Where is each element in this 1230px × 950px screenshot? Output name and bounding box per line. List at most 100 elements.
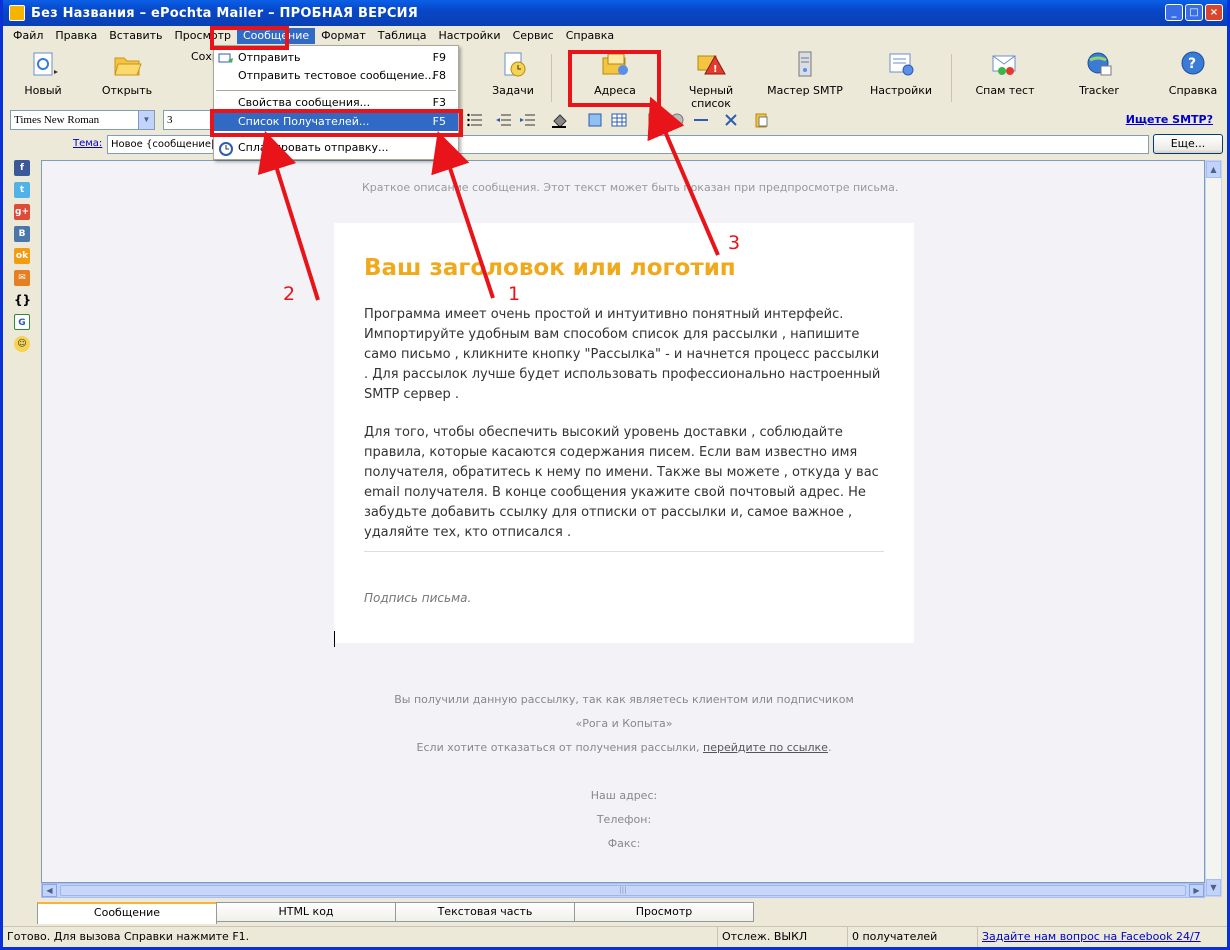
status-bar: Готово. Для вызова Справки нажмите F1. О…: [3, 926, 1227, 947]
send-icon: [218, 53, 233, 63]
folder-open-icon: [112, 50, 142, 78]
email-signature: Подпись письма.: [364, 591, 472, 605]
preheader-text: Краткое описание сообщения. Этот текст м…: [362, 181, 899, 194]
scroll-right-icon[interactable]: ▶: [1189, 884, 1204, 897]
table-icon[interactable]: [611, 112, 627, 128]
horizontal-rule-icon[interactable]: [693, 112, 709, 128]
footer-phone: Телефон:: [596, 813, 652, 826]
subject-row: Тема: Новое {сообщение|п Еще...: [3, 133, 1227, 155]
annotation-box-recipients: [210, 109, 463, 137]
menu-edit[interactable]: Правка: [49, 28, 103, 44]
toolbar-blacklist-button[interactable]: ! Черный список: [671, 50, 751, 110]
tab-text-part[interactable]: Текстовая часть: [395, 902, 575, 922]
settings-gear-icon: [886, 50, 916, 78]
odnoklassniki-icon[interactable]: ok: [14, 248, 30, 264]
annotation-number-2: 2: [283, 283, 296, 305]
paste-icon[interactable]: [753, 112, 769, 128]
font-size-select[interactable]: 3: [163, 110, 213, 130]
mail-icon[interactable]: ✉: [14, 270, 30, 286]
form-icon[interactable]: [647, 112, 663, 128]
menu-file[interactable]: Файл: [7, 28, 49, 44]
footer-notice: Вы получили данную рассылку, так как явл…: [394, 693, 854, 706]
google-plus-icon[interactable]: g+: [14, 204, 30, 220]
toolbar-save-button[interactable]: Сохр: [171, 50, 213, 63]
warning-icon: !: [696, 50, 726, 78]
menu-item-send-test[interactable]: Отправить тестовое сообщение... F8: [214, 67, 458, 85]
status-recipients: 0 получателей: [848, 927, 978, 947]
toolbar-open-button[interactable]: Открыть: [87, 50, 167, 97]
menu-insert[interactable]: Вставить: [103, 28, 168, 44]
toolbar-smtp-wizard-button[interactable]: Мастер SMTP: [765, 50, 845, 97]
link-icon[interactable]: [669, 112, 685, 128]
horizontal-scrollbar[interactable]: ◀ ||| ▶: [41, 883, 1205, 898]
editor-tabs: Сообщение HTML код Текстовая часть Просм…: [37, 902, 754, 924]
toolbar-new-button[interactable]: Новый: [3, 50, 83, 97]
toolbar-spam-test-button[interactable]: Спам тест: [965, 50, 1045, 97]
server-icon: [790, 50, 820, 78]
tab-html-code[interactable]: HTML код: [216, 902, 396, 922]
toolbar-settings-button[interactable]: Настройки: [861, 50, 941, 97]
maximize-button[interactable]: □: [1185, 4, 1203, 21]
annotation-box-addresses: [568, 50, 661, 107]
toolbar-tasks-button[interactable]: Задачи: [473, 50, 553, 97]
font-family-select[interactable]: Times New Roman ▼: [10, 110, 155, 130]
annotation-number-1: 1: [508, 283, 521, 305]
code-braces-icon[interactable]: {}: [14, 292, 31, 308]
globe-icon: [1084, 50, 1114, 78]
footer-fax: Факс:: [607, 837, 641, 850]
footer-unsubscribe: Если хотите отказаться от получения расс…: [416, 741, 832, 754]
fill-color-icon[interactable]: [551, 112, 567, 128]
menu-item-schedule[interactable]: Спланировать отправку...: [214, 139, 458, 157]
menu-service[interactable]: Сервис: [507, 28, 560, 44]
email-paragraph-2: Для того, чтобы обеспечить высокий урове…: [364, 425, 879, 540]
clock-icon: [219, 142, 233, 156]
scroll-down-icon[interactable]: ▼: [1206, 879, 1221, 896]
unsubscribe-link[interactable]: перейдите по ссылке: [703, 741, 828, 754]
vk-icon[interactable]: B: [14, 226, 30, 242]
app-icon: [9, 5, 25, 21]
social-sidebar: f t g+ B ok ✉ {} G ☺: [10, 160, 36, 358]
new-document-icon: [28, 50, 58, 78]
menu-settings[interactable]: Настройки: [432, 28, 506, 44]
menu-help[interactable]: Справка: [560, 28, 620, 44]
vertical-scrollbar[interactable]: ▲ ▼: [1205, 160, 1222, 897]
menu-item-send[interactable]: Отправить F9: [214, 49, 458, 67]
tab-preview[interactable]: Просмотр: [574, 902, 754, 922]
facebook-question-link[interactable]: Задайте нам вопрос на Facebook 24/7: [982, 930, 1201, 943]
scroll-thumb[interactable]: |||: [60, 885, 1186, 896]
bullet-list-icon[interactable]: [467, 112, 483, 128]
image-icon[interactable]: [587, 112, 603, 128]
footer-company: «Рога и Копыта»: [575, 717, 673, 730]
tab-message[interactable]: Сообщение: [37, 902, 217, 924]
footer-address: Наш адрес:: [590, 789, 658, 802]
facebook-icon[interactable]: f: [14, 160, 30, 176]
subject-label[interactable]: Тема:: [73, 138, 102, 149]
toolbar-help-button[interactable]: ? Справка: [1153, 50, 1230, 97]
indent-icon[interactable]: [519, 112, 535, 128]
scroll-left-icon[interactable]: ◀: [42, 884, 57, 897]
twitter-icon[interactable]: t: [14, 182, 30, 198]
divider: [364, 551, 884, 552]
toolbar-tracker-button[interactable]: Tracker: [1059, 50, 1139, 97]
annotation-box-message-menu: [210, 26, 289, 50]
minimize-button[interactable]: _: [1165, 4, 1183, 21]
svg-text:!: !: [713, 64, 718, 75]
message-editor[interactable]: Краткое описание сообщения. Этот текст м…: [41, 160, 1205, 883]
close-button[interactable]: ×: [1205, 4, 1223, 21]
status-tracking: Отслеж. ВЫКЛ: [718, 927, 848, 947]
smiley-icon[interactable]: ☺: [14, 336, 30, 352]
window-title: Без Названия – ePochta Mailer – ПРОБНАЯ …: [31, 5, 418, 21]
menu-table[interactable]: Таблица: [372, 28, 433, 44]
scroll-up-icon[interactable]: ▲: [1206, 161, 1221, 178]
message-menu-dropdown: Отправить F9 Отправить тестовое сообщение…: [213, 45, 459, 160]
google-icon[interactable]: G: [14, 314, 30, 330]
envelope-traffic-light-icon: [990, 50, 1020, 78]
app-window: Без Названия – ePochta Mailer – ПРОБНАЯ …: [0, 0, 1230, 950]
email-heading: Ваш заголовок или логотип: [364, 255, 736, 281]
more-button[interactable]: Еще...: [1153, 134, 1223, 154]
cut-icon[interactable]: [723, 112, 739, 128]
status-ready: Готово. Для вызова Справки нажмите F1.: [3, 927, 718, 947]
outdent-icon[interactable]: [495, 112, 511, 128]
smtp-search-link[interactable]: Ищете SMTP?: [1126, 113, 1213, 126]
menu-format[interactable]: Формат: [315, 28, 372, 44]
